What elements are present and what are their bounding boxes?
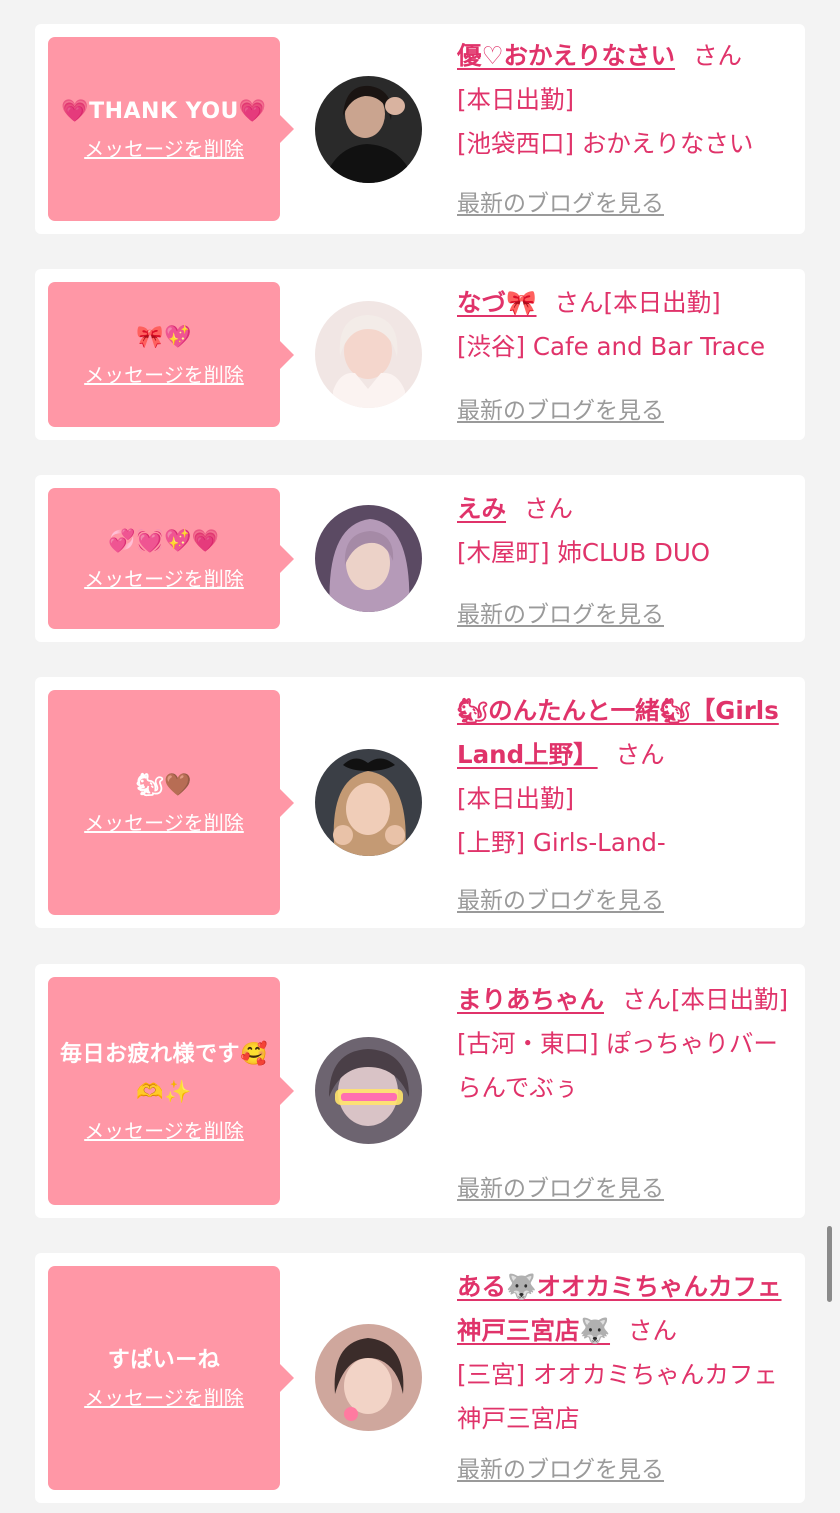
message-text: 🐿🤎 [135,772,193,798]
blog-link[interactable]: 最新のブログを見る [457,1169,664,1203]
avatar[interactable] [315,76,422,183]
girl-name-link[interactable]: えみ [457,494,506,523]
message-text: 💗THANK YOU💗 [61,99,267,124]
avatar[interactable] [315,505,422,612]
blog-link[interactable]: 最新のブログを見る [457,881,664,915]
shop-text: [三宮] オオカミちゃんカフェ神戸三宮店 [457,1360,778,1433]
favorite-card: 🐿🤎 メッセージを削除 🐿のんたんと一緒🐿【Girls Land上野】 さん [本… [35,677,805,928]
name-suffix: さん [524,494,573,523]
girl-name-link[interactable]: ある🐺オオカミちゃんカフェ神戸三宮店🐺 [457,1272,782,1345]
girl-name-link[interactable]: まりあちゃん [457,985,604,1014]
favorite-card: 毎日お疲れ様です🥰🫶✨ メッセージを削除 まりあちゃん さん[本日出勤] [古河・… [35,964,805,1218]
name-suffix: さん [622,985,671,1014]
girl-info: なづ🎀 さん[本日出勤] [渋谷] Cafe and Bar Trace [457,281,795,369]
shop-text: [渋谷] Cafe and Bar Trace [457,332,766,361]
message-bubble: 💗THANK YOU💗 メッセージを削除 [48,37,294,221]
avatar[interactable] [315,1037,422,1144]
delete-message-link[interactable]: メッセージを削除 [84,564,244,594]
shop-text: [池袋西口] おかえりなさい [457,129,754,158]
message-bubble: 🐿🤎 メッセージを削除 [48,690,294,915]
shop-text: [上野] Girls-Land- [457,828,666,857]
message-text: すぱいーね [107,1348,221,1373]
delete-message-link[interactable]: メッセージを削除 [84,360,244,390]
name-suffix: さん [554,288,604,317]
name-suffix: さん [615,740,665,769]
name-suffix: さん [692,41,742,70]
shop-text: [古河・東口] ぽっちゃりバー らんでぶぅ [457,1029,778,1102]
avatar[interactable] [315,1324,422,1431]
delete-message-link[interactable]: メッセージを削除 [84,134,244,164]
message-bubble: 💞💓💖💗 メッセージを削除 [48,488,294,629]
girl-info: 優♡おかえりなさい さん [本日出勤] [池袋西口] おかえりなさい [457,34,795,166]
avatar[interactable] [315,301,422,408]
message-text: 毎日お疲れ様です🥰🫶✨ [60,1042,268,1105]
girl-info: まりあちゃん さん[本日出勤] [古河・東口] ぽっちゃりバー らんでぶぅ [457,978,795,1110]
message-bubble: 🎀💖 メッセージを削除 [48,282,294,427]
message-bubble: 毎日お疲れ様です🥰🫶✨ メッセージを削除 [48,977,294,1205]
blog-link[interactable]: 最新のブログを見る [457,595,664,629]
blog-link[interactable]: 最新のブログを見る [457,391,664,425]
status-text: [本日出勤] [457,784,575,813]
girl-info: ある🐺オオカミちゃんカフェ神戸三宮店🐺 さん [三宮] オオカミちゃんカフェ神戸三… [457,1265,795,1441]
blog-link[interactable]: 最新のブログを見る [457,184,664,218]
delete-message-link[interactable]: メッセージを削除 [84,1116,244,1146]
status-text: [本日出勤] [671,985,789,1014]
status-text: [本日出勤] [603,288,721,317]
favorite-card: 💞💓💖💗 メッセージを削除 えみ さん [木屋町] 姉CLUB DUO 最新のブロ… [35,475,805,642]
girl-name-link[interactable]: なづ🎀 [457,288,537,317]
girl-info: えみ さん [木屋町] 姉CLUB DUO [457,487,795,575]
delete-message-link[interactable]: メッセージを削除 [84,808,244,838]
shop-text: [木屋町] 姉CLUB DUO [457,538,711,567]
avatar[interactable] [315,749,422,856]
name-suffix: さん [628,1316,678,1345]
blog-link[interactable]: 最新のブログを見る [457,1450,664,1484]
girl-info: 🐿のんたんと一緒🐿【Girls Land上野】 さん [本日出勤] [上野] Gi… [457,689,795,865]
favorite-card: 🎀💖 メッセージを削除 なづ🎀 さん[本日出勤] [渋谷] Cafe and Ba… [35,269,805,440]
favorite-card: 💗THANK YOU💗 メッセージを削除 優♡おかえりなさい さん [本日出勤] … [35,24,805,234]
message-text: 🎀💖 [136,324,192,350]
message-bubble: すぱいーね メッセージを削除 [48,1266,294,1490]
scrollbar[interactable] [827,1226,832,1302]
message-text: 💞💓💖💗 [108,528,220,554]
girl-name-link[interactable]: 優♡おかえりなさい [457,41,675,70]
delete-message-link[interactable]: メッセージを削除 [84,1383,244,1413]
favorite-card: すぱいーね メッセージを削除 ある🐺オオカミちゃんカフェ神戸三宮店🐺 さん [三宮… [35,1253,805,1503]
status-text: [本日出勤] [457,85,575,114]
